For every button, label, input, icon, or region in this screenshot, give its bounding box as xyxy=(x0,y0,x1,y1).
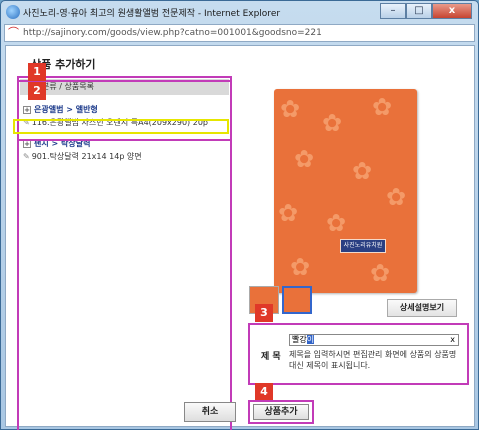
cancel-button[interactable]: 취소 xyxy=(184,402,236,422)
window-title: 사진노리-영·유아 최고의 원생활앨범 전문제작 - Internet Expl… xyxy=(23,9,281,19)
popup-content: 상품 추가하기 분류 / 상품목록 + 은광앨범 > 앨반형 ✎ 116.은광앨범… xyxy=(5,45,475,430)
flower-pattern-icon: ✿ xyxy=(326,209,347,237)
flower-pattern-icon: ✿ xyxy=(278,199,299,227)
maximize-button[interactable]: □ xyxy=(406,3,432,19)
step-badge-2: 2 xyxy=(28,82,46,100)
flower-pattern-icon: ✿ xyxy=(290,253,311,281)
product-preview-image: ✿ ✿ ✿ ✿ ✿ ✿ ✿ ✿ ✿ ✿ 사진노리유치원 xyxy=(274,89,417,293)
flower-pattern-icon: ✿ xyxy=(280,95,301,123)
title-input[interactable]: 빨강이 x xyxy=(289,334,459,346)
flower-pattern-icon: ✿ xyxy=(322,109,343,137)
tree-group-fancy: + 팬시 > 탁상달력 ✎ 901.탁상달력 21x14 14p 양면 xyxy=(23,138,142,162)
title-bar: 사진노리-영·유아 최고의 원생활앨범 전문제작 - Internet Expl… xyxy=(1,1,478,23)
minimize-button[interactable]: – xyxy=(380,3,406,19)
flower-pattern-icon: ✿ xyxy=(370,259,391,287)
pencil-icon: ✎ xyxy=(23,152,30,161)
address-bar[interactable]: ⌒ http://sajinory.com/goods/view.php?cat… xyxy=(4,24,475,42)
browser-window: 사진노리-영·유아 최고의 원생활앨범 전문제작 - Internet Expl… xyxy=(0,0,479,430)
add-product-button[interactable]: 상품추가 xyxy=(253,404,309,420)
detail-view-button[interactable]: 상세설명보기 xyxy=(387,299,457,317)
window-controls: – □ x xyxy=(380,3,472,19)
title-hint: 제목을 입력하시면 편집관리 화면에 상품의 상품명 대신 제목이 표시됩니다. xyxy=(289,350,457,370)
address-url[interactable]: http://sajinory.com/goods/view.php?catno… xyxy=(23,28,322,38)
site-icon: ⌒ xyxy=(8,26,19,39)
ie-logo-icon xyxy=(6,5,20,19)
selected-product-highlight xyxy=(13,119,229,134)
close-button[interactable]: x xyxy=(432,3,472,19)
flower-pattern-icon: ✿ xyxy=(352,157,373,185)
tree-item-label[interactable]: 901.탁상달력 21x14 14p 양면 xyxy=(32,152,142,161)
step-badge-3: 3 xyxy=(255,304,273,322)
step-badge-1: 1 xyxy=(28,63,46,81)
flower-pattern-icon: ✿ xyxy=(386,183,407,211)
flower-pattern-icon: ✿ xyxy=(294,145,315,173)
title-label: 제 목 xyxy=(261,352,281,362)
cover-label: 사진노리유치원 xyxy=(340,239,386,253)
add-product-highlight: 상품추가 xyxy=(248,400,314,424)
thumbnail-selected[interactable] xyxy=(282,286,312,314)
title-input-value[interactable]: 빨강 xyxy=(292,335,307,344)
step-badge-4: 4 xyxy=(255,383,273,401)
tree-item[interactable]: ✎ 901.탁상달력 21x14 14p 양면 xyxy=(23,151,142,162)
clear-icon[interactable]: x xyxy=(450,335,455,345)
title-input-selection[interactable]: 이 xyxy=(306,335,315,344)
flower-pattern-icon: ✿ xyxy=(372,93,393,121)
